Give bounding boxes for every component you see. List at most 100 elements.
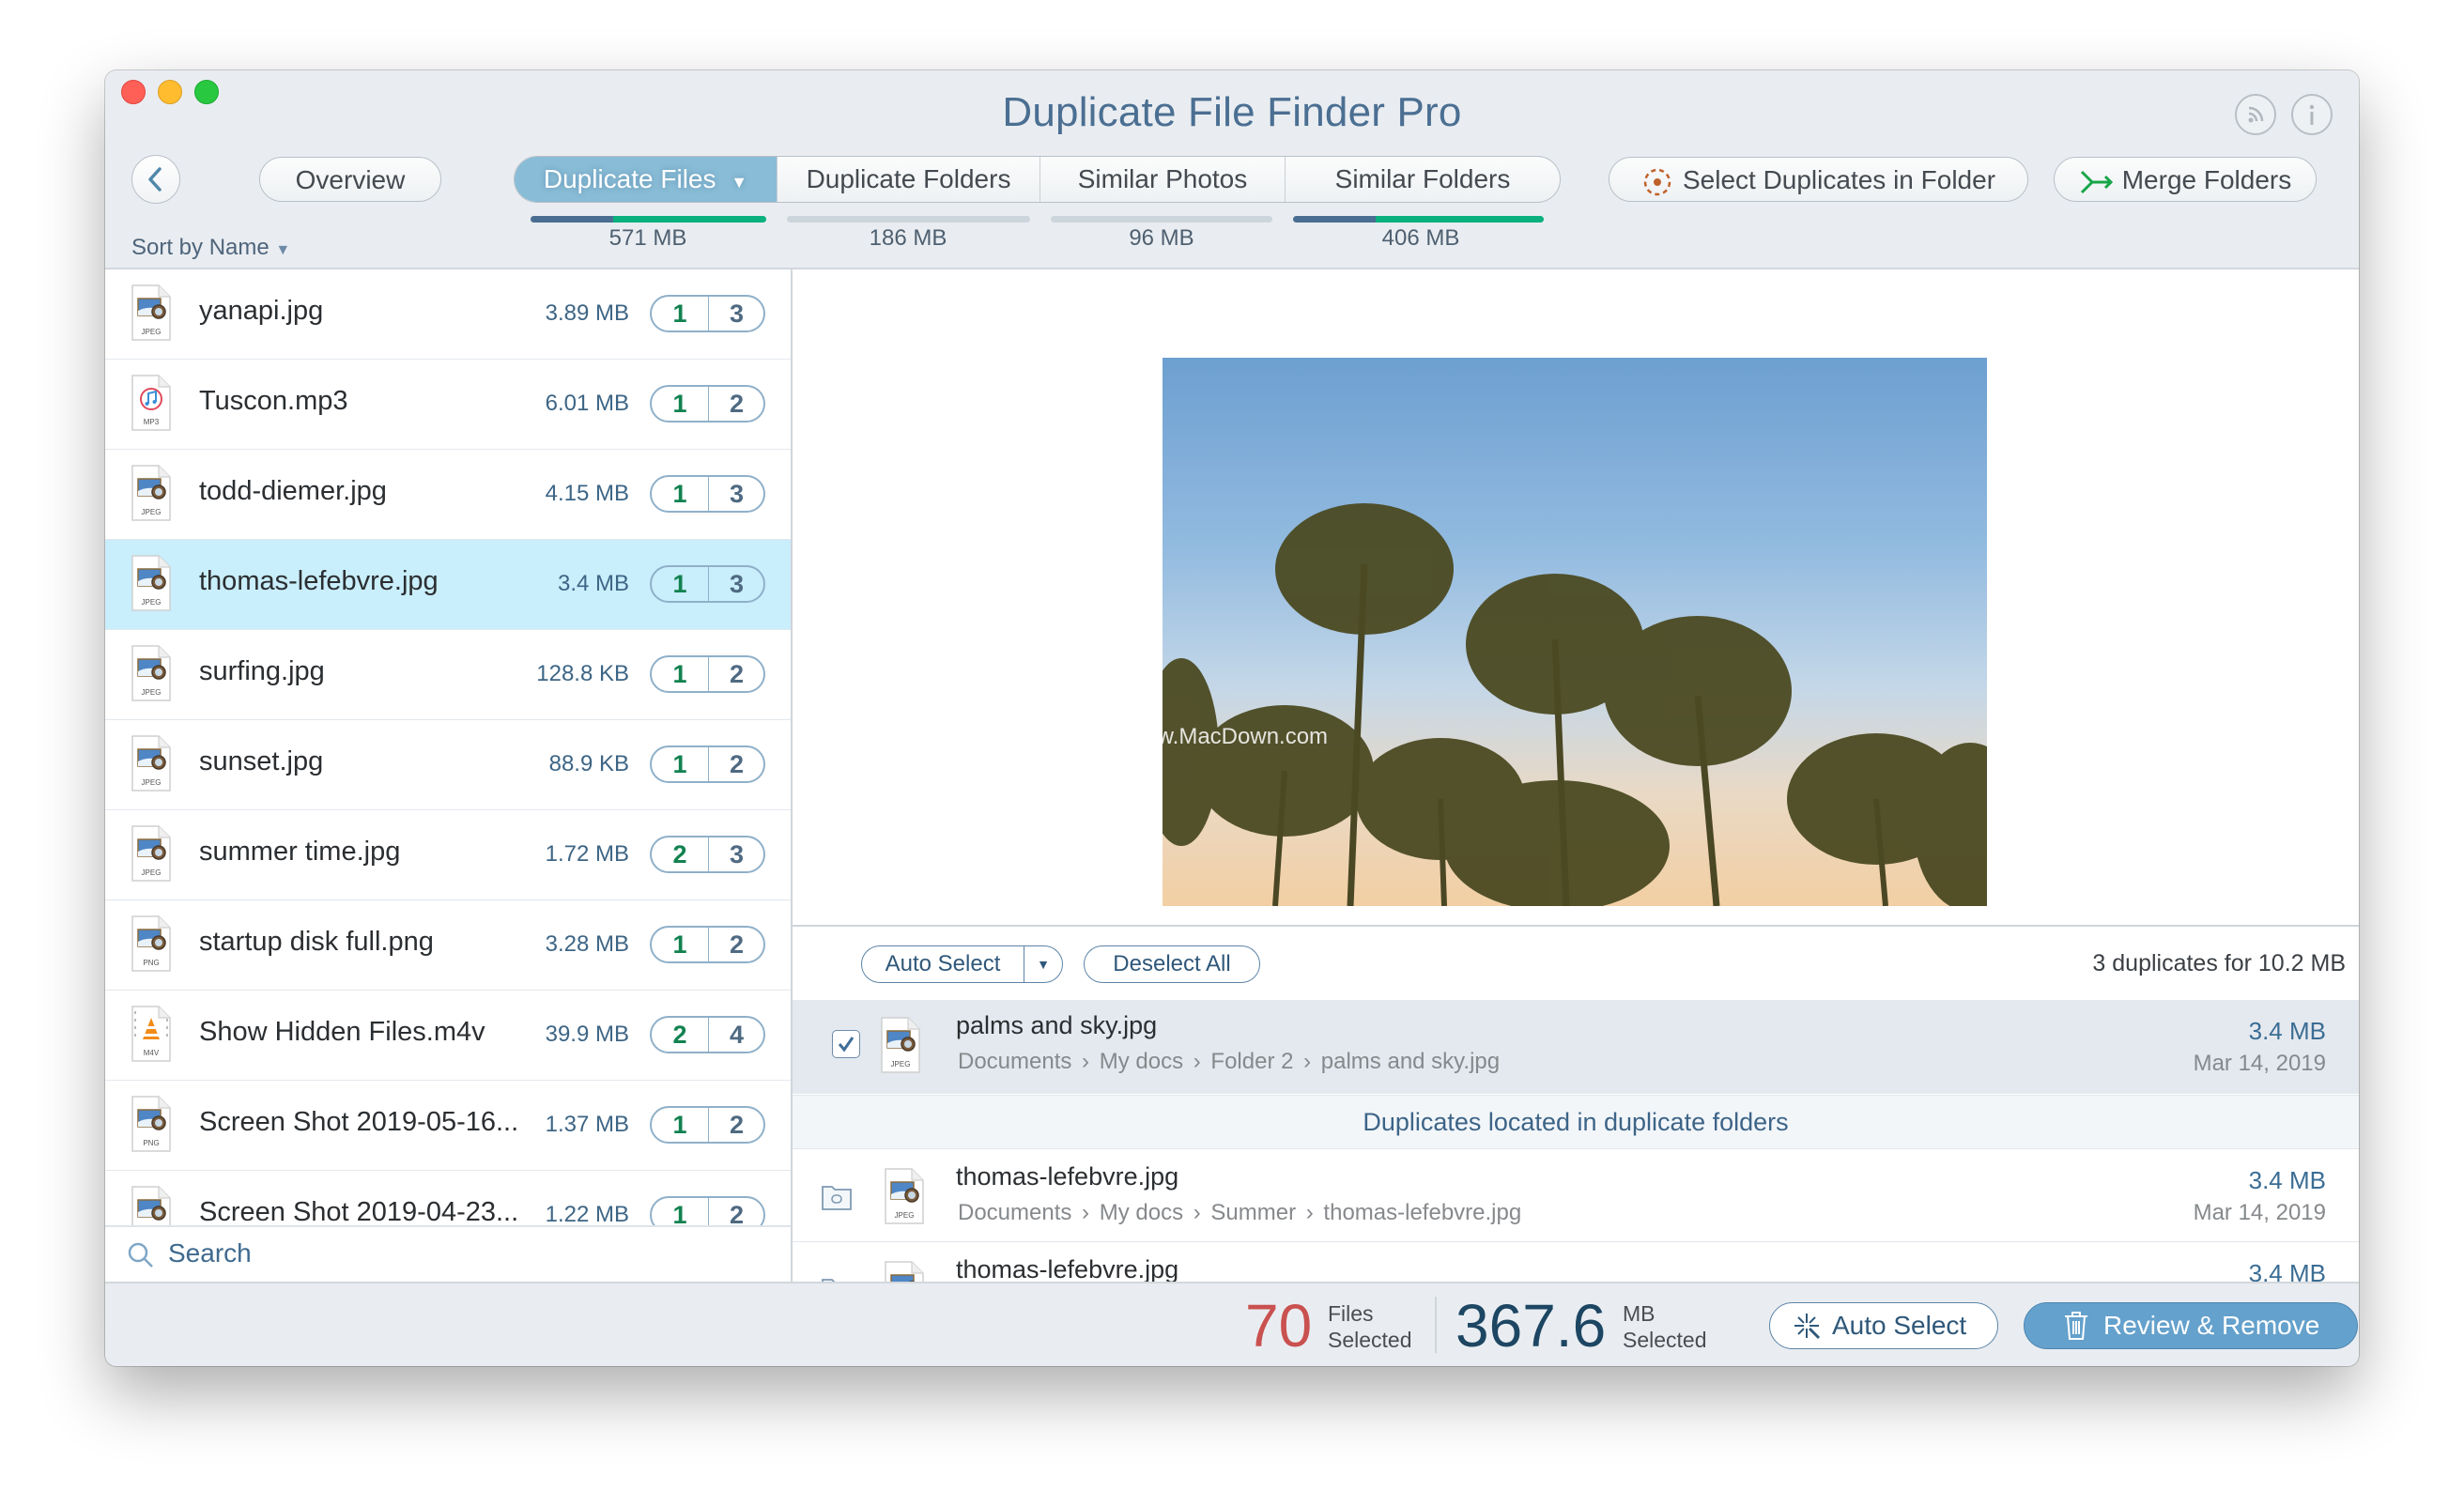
tab-progress-bar: [787, 216, 1030, 223]
tab-similar-photos[interactable]: Similar Photos: [1040, 157, 1286, 202]
file-list-item[interactable]: PNG startup disk full.png 3.28 MB 1 2: [105, 900, 791, 991]
path-separator-icon: ›: [1297, 1049, 1317, 1074]
path-segment[interactable]: Folder 2: [1210, 1049, 1293, 1074]
search-placeholder: Search: [168, 1238, 252, 1268]
file-size: 128.8 KB: [536, 661, 629, 686]
select-duplicates-in-folder-button[interactable]: Select Duplicates in Folder: [1609, 157, 2028, 202]
chevron-left-icon: [148, 167, 162, 192]
files-selected-count: 70: [1245, 1292, 1313, 1360]
file-list-item[interactable]: M4V Show Hidden Files.m4v 39.9 MB 2 4: [105, 991, 791, 1081]
category-tabs: Duplicate Files ▼ Duplicate Folders Simi…: [514, 156, 1561, 203]
keep-checkbox[interactable]: [832, 1030, 860, 1058]
caret-down-icon[interactable]: ▼: [1024, 946, 1062, 982]
duplicate-count-badge[interactable]: 12: [650, 1106, 765, 1144]
palm-trees-photo: [1163, 503, 1987, 906]
svg-text:JPEG: JPEG: [142, 688, 162, 697]
search-icon: [128, 1242, 153, 1268]
tab-duplicate-folders[interactable]: Duplicate Folders: [778, 157, 1040, 202]
footer-divider: [1435, 1297, 1437, 1353]
file-list-item[interactable]: MP3 Tuscon.mp3 6.01 MB 1 2: [105, 360, 791, 450]
tab-size-label: 186 MB: [869, 225, 947, 251]
file-size: 39.9 MB: [545, 1022, 629, 1047]
duplicate-count-badge[interactable]: 12: [650, 926, 765, 963]
path-segment[interactable]: Documents: [958, 1200, 1071, 1225]
jpeg-file-icon: JPEG: [131, 555, 171, 611]
file-size: 88.9 KB: [548, 751, 629, 776]
file-list: JPEG yanapi.jpg 3.89 MB 1 3 MP3 Tuscon.mp3 6.01…: [105, 269, 791, 1282]
details-panel: www.MacDown.com Auto Select ▼ Deselect A…: [793, 269, 2359, 1282]
tab-size-label: 96 MB: [1129, 225, 1194, 251]
path-segment[interactable]: Documents: [958, 1049, 1071, 1074]
file-list-item[interactable]: JPEG sunset.jpg 88.9 KB 1 2: [105, 720, 791, 810]
total-count: 3: [708, 567, 764, 601]
svg-text:JPEG: JPEG: [142, 328, 162, 336]
info-icon[interactable]: [2291, 94, 2333, 135]
duplicate-file-row[interactable]: JPEG thomas-lefebvre.jpg Documents › My …: [793, 1149, 2359, 1242]
files-selected-label: Files Selected: [1328, 1300, 1412, 1353]
duplicate-file-row[interactable]: JPEG thomas-lefebvre.jpg Documents › My …: [793, 1242, 2359, 1282]
file-list-item[interactable]: PNG Screen Shot 2019-05-16... 1.37 MB 1 2: [105, 1081, 791, 1171]
m4v-file-icon: M4V: [131, 1006, 171, 1062]
tab-size-label: 406 MB: [1381, 225, 1460, 251]
path-segment[interactable]: My docs: [1100, 1200, 1183, 1225]
jpeg-file-icon: JPEG: [131, 825, 171, 882]
duplicates-summary: 3 duplicates for 10.2 MB: [2092, 950, 2346, 976]
path-segment[interactable]: palms and sky.jpg: [1321, 1049, 1500, 1074]
file-list-item[interactable]: JPEG yanapi.jpg 3.89 MB 1 3: [105, 269, 791, 360]
search-field[interactable]: Search: [105, 1225, 791, 1282]
file-size: 3.89 MB: [545, 300, 629, 326]
review-and-remove-button[interactable]: Review & Remove: [2024, 1302, 2358, 1349]
tab-progress-bar: [1293, 216, 1544, 223]
overview-button[interactable]: Overview: [259, 157, 441, 202]
tab-duplicate-files[interactable]: Duplicate Files ▼: [515, 157, 778, 202]
duplicate-count-badge[interactable]: 13: [650, 475, 765, 513]
path-separator-icon: ›: [1075, 1049, 1096, 1074]
file-list-item[interactable]: JPEG todd-diemer.jpg 4.15 MB 1 3: [105, 450, 791, 540]
duplicate-count-badge[interactable]: 12: [650, 385, 765, 423]
file-size: 3.4 MB: [557, 571, 629, 596]
auto-select-split-button[interactable]: Auto Select ▼: [861, 945, 1063, 983]
sort-dropdown[interactable]: Sort by Name ▼: [131, 235, 290, 261]
file-list-item[interactable]: JPEG thomas-lefebvre.jpg 3.4 MB 1 3: [105, 540, 791, 630]
checkmark-icon: [838, 1037, 855, 1053]
path-segment[interactable]: My docs: [1100, 1049, 1183, 1074]
selected-count: 1: [672, 750, 687, 778]
jpeg-file-icon: JPEG: [131, 735, 171, 791]
tab-similar-folders[interactable]: Similar Folders: [1286, 157, 1560, 202]
back-button[interactable]: [131, 155, 180, 204]
total-count: 4: [708, 1018, 764, 1052]
file-name: Screen Shot 2019-05-16...: [199, 1107, 519, 1137]
original-file-row[interactable]: JPEG palms and sky.jpg Documents › My do…: [793, 1000, 2359, 1094]
path-segment[interactable]: thomas-lefebvre.jpg: [1323, 1200, 1521, 1225]
auto-select-label: Auto Select: [1832, 1311, 1967, 1340]
file-list-item[interactable]: JPEG summer time.jpg 1.72 MB 2 3: [105, 810, 791, 900]
duplicate-count-badge[interactable]: 13: [650, 565, 765, 603]
duplicate-count-badge[interactable]: 13: [650, 295, 765, 332]
svg-text:JPEG: JPEG: [891, 1060, 911, 1068]
file-size: 3.4 MB: [2248, 1259, 2326, 1282]
file-date: Mar 14, 2019: [2193, 1200, 2326, 1225]
jpeg-file-icon: JPEG: [131, 284, 171, 341]
duplicate-count-badge[interactable]: 23: [650, 836, 765, 873]
duplicate-count-badge[interactable]: 24: [650, 1016, 765, 1053]
duplicate-count-badge[interactable]: 12: [650, 655, 765, 693]
merge-folders-button[interactable]: Merge Folders: [2054, 157, 2317, 202]
mb-selected-count: 367.6: [1455, 1292, 1607, 1360]
preview-divider[interactable]: [793, 925, 2359, 927]
deselect-all-button[interactable]: Deselect All: [1084, 945, 1260, 983]
status-bar: 70 Files Selected 367.6 MB Selected Auto…: [105, 1282, 2359, 1366]
total-count: 3: [708, 297, 764, 330]
selected-count: 1: [672, 300, 687, 328]
auto-select-button[interactable]: Auto Select: [1769, 1302, 1998, 1349]
duplicate-count-badge[interactable]: 12: [650, 745, 765, 783]
total-count: 2: [708, 747, 764, 781]
file-list-item[interactable]: JPEG surfing.jpg 128.8 KB 1 2: [105, 630, 791, 720]
rss-icon[interactable]: [2235, 94, 2276, 135]
file-path: Documents › My docs › Summer › thomas-le…: [958, 1200, 1521, 1226]
file-path: Documents › My docs › Folder 2 › palms a…: [958, 1049, 1500, 1075]
mb-selected-label: MB Selected: [1623, 1300, 1707, 1353]
path-separator-icon: ›: [1187, 1049, 1208, 1074]
path-segment[interactable]: Summer: [1210, 1200, 1296, 1225]
tab-size-label: 571 MB: [608, 225, 687, 251]
caret-down-icon: ▼: [731, 173, 748, 192]
